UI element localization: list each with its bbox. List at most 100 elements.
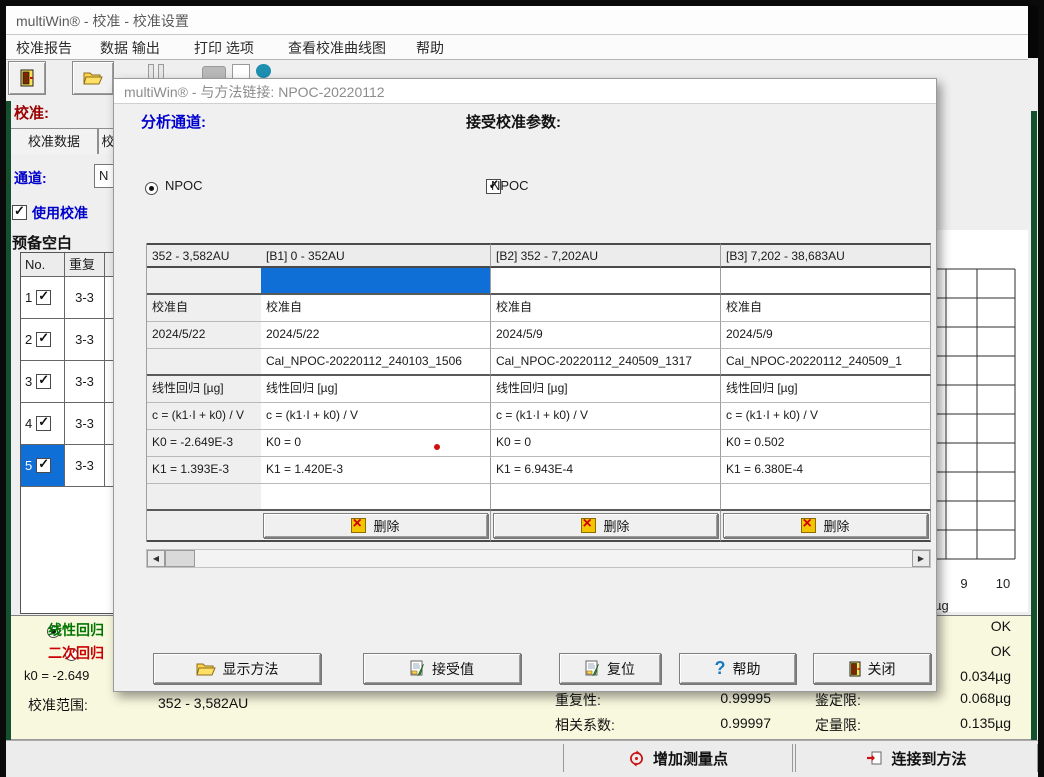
detection-limit-label: 鉴定限: xyxy=(815,690,861,710)
table-cell[interactable]: Cal_NPOC-20220112_240509_1 xyxy=(721,349,931,376)
open-method-button[interactable] xyxy=(72,61,114,95)
table-cell[interactable]: Cal_NPOC-20220112_240103_1506 xyxy=(261,349,491,376)
menubar: 校准报告 数据 输出 打印 选项 查看校准曲线图 帮助 xyxy=(6,35,1028,60)
channel-dropdown[interactable]: N xyxy=(94,164,114,188)
run-checkbox[interactable] xyxy=(36,458,51,473)
calibration-range-value: 352 - 3,582AU xyxy=(158,695,248,711)
delete-button-label: 删除 xyxy=(603,516,629,535)
table-cell[interactable]: K1 = 6.943E-4 xyxy=(491,457,721,484)
table-cell[interactable]: 线性回归 [µg] xyxy=(721,376,931,403)
menu-item-data-output[interactable]: 数据 输出 xyxy=(100,38,160,58)
table-cell[interactable]: K1 = 1.393E-3 xyxy=(147,457,262,484)
table-cell[interactable]: K1 = 6.380E-4 xyxy=(721,457,931,484)
run-no: 3 xyxy=(25,374,32,389)
table-cell[interactable]: K1 = 1.420E-3 xyxy=(261,457,491,484)
close-button[interactable]: 关闭 xyxy=(813,653,931,684)
table-cell[interactable]: c = (k1·I + k0) / V xyxy=(261,403,491,430)
table-column-b3: [B3] 7,202 - 38,683AU 校准自 2024/5/9 Cal_N… xyxy=(721,243,931,542)
delete-button-label: 删除 xyxy=(373,516,399,535)
exit-button[interactable] xyxy=(8,61,46,95)
table-cell[interactable] xyxy=(147,349,262,376)
table-cell[interactable] xyxy=(491,484,721,511)
window-titlebar: multiWin® - 校准 - 校准设置 xyxy=(6,6,1028,35)
range-header-cell: [B2] 352 - 7,202AU xyxy=(491,243,721,268)
runs-table: No. 重复 1 3-3 2 3-3 3 3-3 4 3-3 5 3-3 xyxy=(20,252,118,614)
accept-values-button[interactable]: 接受值 xyxy=(363,653,521,684)
table-cell[interactable]: 2024/5/22 xyxy=(147,322,262,349)
table-cell[interactable]: 校准自 xyxy=(721,295,931,322)
range-header-cell: [B1] 0 - 352AU xyxy=(261,243,491,268)
accept-params-label: 接受校准参数: xyxy=(466,111,561,132)
table-cell[interactable]: 校准自 xyxy=(491,295,721,322)
menu-item-calibration-report[interactable]: 校准报告 xyxy=(16,38,72,58)
table-cell[interactable]: K0 = -2.649E-3 xyxy=(147,430,262,457)
runs-header-no: No. xyxy=(21,253,65,276)
runs-row[interactable]: 1 3-3 xyxy=(21,277,117,319)
run-checkbox[interactable] xyxy=(36,332,51,347)
table-cell[interactable]: Cal_NPOC-20220112_240509_1317 xyxy=(491,349,721,376)
runs-header-repeat: 重复 xyxy=(65,253,105,276)
table-cell[interactable]: c = (k1·I + k0) / V xyxy=(491,403,721,430)
table-cell[interactable]: 2024/5/22 xyxy=(261,322,491,349)
scroll-right-button[interactable]: ▶ xyxy=(912,550,930,567)
tab-calibration-data[interactable]: 校准数据 xyxy=(10,128,98,154)
use-calibration-label: 使用校准 xyxy=(32,203,88,223)
reset-button[interactable]: 复位 xyxy=(559,653,661,684)
door-exit-icon xyxy=(20,69,34,87)
help-button[interactable]: ? 帮助 xyxy=(679,653,796,684)
menu-item-print-options[interactable]: 打印 选项 xyxy=(194,38,254,58)
scroll-left-button[interactable]: ◀ xyxy=(147,550,165,567)
table-cell[interactable] xyxy=(491,268,721,295)
table-cell[interactable]: 2024/5/9 xyxy=(721,322,931,349)
door-exit-icon xyxy=(849,661,861,677)
menu-item-view-calibration-curve[interactable]: 查看校准曲线图 xyxy=(288,38,386,58)
delete-calibration-button[interactable]: 删除 xyxy=(263,513,488,538)
table-cell[interactable] xyxy=(147,484,262,511)
table-cell[interactable]: 2024/5/9 xyxy=(491,322,721,349)
table-cell[interactable]: 线性回归 [µg] xyxy=(261,376,491,403)
link-to-method-button[interactable]: 连接到方法 xyxy=(795,744,1038,772)
delete-calibration-button[interactable]: 删除 xyxy=(723,513,928,538)
run-no: 5 xyxy=(25,458,32,473)
table-cell[interactable]: c = (k1·I + k0) / V xyxy=(721,403,931,430)
menu-item-help[interactable]: 帮助 xyxy=(416,38,444,58)
table-cell[interactable]: K0 = 0 xyxy=(491,430,721,457)
table-cell[interactable] xyxy=(261,484,491,511)
selected-cell[interactable] xyxy=(261,268,491,295)
table-cell[interactable] xyxy=(721,484,931,511)
quantification-limit-value: 0.135µg xyxy=(911,715,1011,731)
table-cell[interactable]: K0 = 0 xyxy=(261,430,491,457)
table-cell[interactable]: K0 = 0.502 xyxy=(721,430,931,457)
table-cell[interactable]: 校准自 xyxy=(261,295,491,322)
linear-regression-label: 线性回归 xyxy=(48,620,104,640)
help-circle-icon[interactable] xyxy=(256,64,271,78)
table-hscrollbar[interactable]: ◀ ▶ xyxy=(146,549,931,568)
run-checkbox[interactable] xyxy=(36,374,51,389)
scroll-thumb[interactable] xyxy=(165,550,195,567)
use-calibration-checkbox[interactable] xyxy=(12,205,27,220)
runs-row-selected[interactable]: 5 3-3 xyxy=(21,445,117,487)
table-cell[interactable]: 线性回归 [µg] xyxy=(147,376,262,403)
range-header-cell: 352 - 3,582AU xyxy=(147,243,262,268)
folder-open-icon xyxy=(83,71,103,85)
table-cell[interactable]: 校准自 xyxy=(147,295,262,322)
run-checkbox[interactable] xyxy=(36,416,51,431)
statusbar: 增加测量点 连接到方法 xyxy=(6,740,1038,777)
table-cell[interactable]: c = (k1·I + k0) / V xyxy=(147,403,262,430)
add-measure-point-label: 增加测量点 xyxy=(653,748,728,769)
window-frame-left xyxy=(6,101,11,741)
runs-row[interactable]: 3 3-3 xyxy=(21,361,117,403)
npoc-radio[interactable] xyxy=(145,182,158,195)
runs-row[interactable]: 2 3-3 xyxy=(21,319,117,361)
npoc-checkbox-label: NPOC xyxy=(491,178,529,193)
delete-calibration-button[interactable]: 删除 xyxy=(493,513,718,538)
correlation-label: 相关系数: xyxy=(555,715,615,735)
table-cell[interactable] xyxy=(147,268,262,295)
table-cell[interactable]: 线性回归 [µg] xyxy=(491,376,721,403)
show-method-button[interactable]: 显示方法 xyxy=(153,653,321,684)
run-checkbox[interactable] xyxy=(36,290,51,305)
runs-row[interactable]: 4 3-3 xyxy=(21,403,117,445)
table-cell[interactable] xyxy=(721,268,931,295)
add-measure-point-button[interactable]: 增加测量点 xyxy=(563,744,793,772)
document-pencil-icon xyxy=(585,660,600,677)
